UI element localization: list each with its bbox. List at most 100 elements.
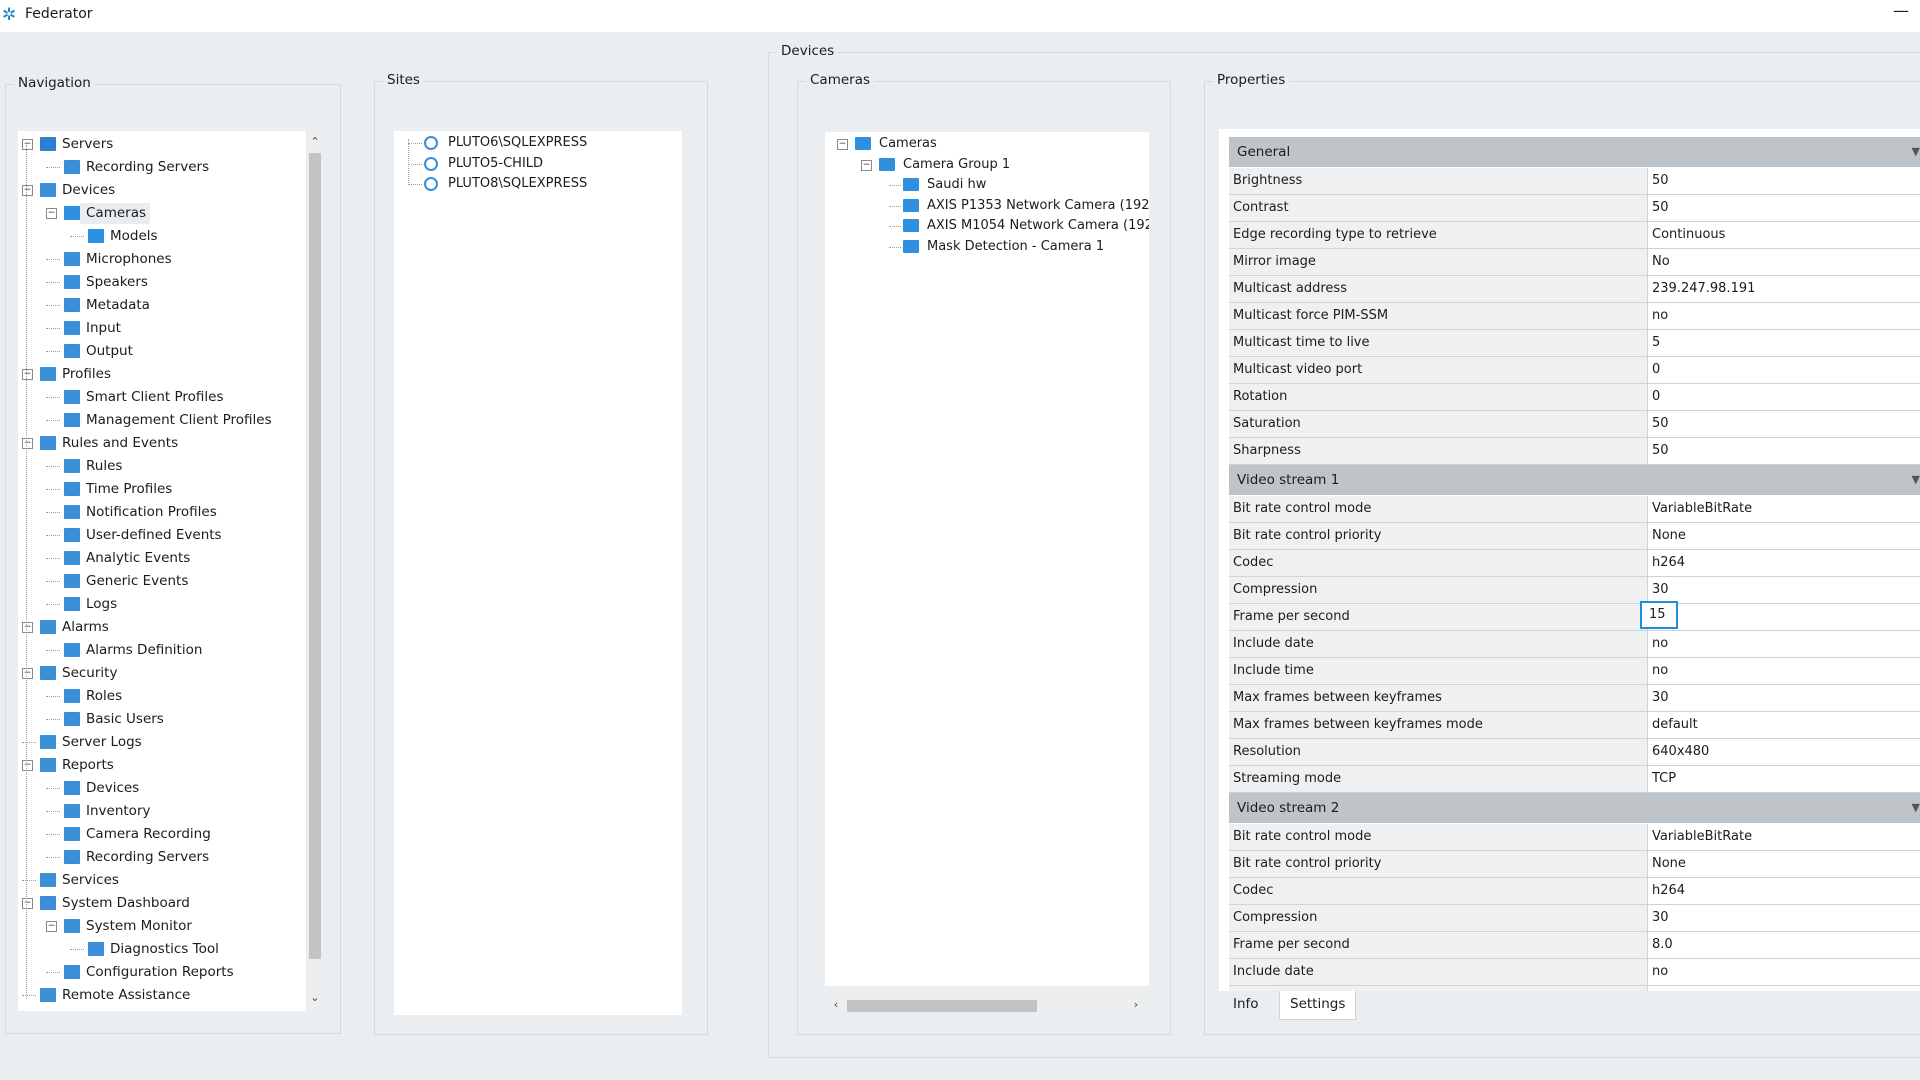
scrollbar-thumb[interactable] bbox=[309, 153, 321, 959]
tree-item[interactable]: Basic Users bbox=[18, 708, 306, 730]
camera-tree-item[interactable]: AXIS P1353 Network Camera (192.1 bbox=[825, 196, 1149, 216]
property-row[interactable]: Streaming mode TCP bbox=[1229, 766, 1920, 793]
property-row[interactable]: Bit rate control priority None bbox=[1229, 851, 1920, 878]
tree-item[interactable]: − Security bbox=[18, 662, 306, 684]
property-value[interactable]: VariableBitRate bbox=[1648, 824, 1920, 850]
property-row[interactable]: Frame per second 8.0 bbox=[1229, 932, 1920, 959]
tree-item[interactable]: − Reports bbox=[18, 754, 306, 776]
tree-item[interactable]: User-defined Events bbox=[18, 524, 306, 546]
tree-item[interactable]: Models bbox=[18, 225, 306, 247]
scrollbar-thumb[interactable] bbox=[847, 1000, 1037, 1012]
expand-collapse-icon[interactable]: − bbox=[22, 369, 33, 380]
property-row[interactable]: Contrast 50 bbox=[1229, 195, 1920, 222]
tree-item[interactable]: Analytic Events bbox=[18, 547, 306, 569]
tree-item[interactable]: Diagnostics Tool bbox=[18, 938, 306, 960]
tree-item[interactable]: Input bbox=[18, 317, 306, 339]
property-row[interactable]: Brightness 50 bbox=[1229, 168, 1920, 195]
property-row[interactable]: Include timeno bbox=[1229, 658, 1920, 685]
property-value[interactable]: 640x480 bbox=[1648, 739, 1920, 765]
property-row[interactable]: Codec h264 bbox=[1229, 550, 1920, 577]
property-row[interactable]: Include date no bbox=[1229, 959, 1920, 986]
expand-collapse-icon[interactable]: − bbox=[22, 622, 33, 633]
expand-collapse-icon[interactable]: − bbox=[22, 668, 33, 679]
camera-tree-item[interactable]: Mask Detection - Camera 1 bbox=[825, 237, 1149, 257]
property-value[interactable]: 50 bbox=[1648, 411, 1920, 437]
property-value[interactable]: No bbox=[1648, 249, 1920, 275]
property-value[interactable]: TCP bbox=[1648, 766, 1920, 792]
property-row[interactable]: Codec h264 bbox=[1229, 878, 1920, 905]
property-value[interactable]: Continuous bbox=[1648, 222, 1920, 248]
minimize-button[interactable]: — bbox=[1888, 0, 1914, 26]
scroll-left-icon[interactable]: ‹ bbox=[829, 998, 843, 1014]
expand-collapse-icon[interactable]: − bbox=[22, 185, 33, 196]
property-row[interactable]: Mirror image No bbox=[1229, 249, 1920, 276]
tree-item[interactable]: − Devices bbox=[18, 179, 306, 201]
camera-tree-item[interactable]: AXIS M1054 Network Camera (192.: bbox=[825, 216, 1149, 236]
camera-tree-item[interactable]: − Cameras bbox=[825, 134, 1149, 154]
site-item[interactable]: PLUTO5-CHILD bbox=[394, 154, 682, 174]
property-row[interactable]: Resolution 640x480 bbox=[1229, 739, 1920, 766]
property-row[interactable]: Include date no bbox=[1229, 631, 1920, 658]
tree-item[interactable]: − System Monitor bbox=[18, 915, 306, 937]
tree-item[interactable]: Output bbox=[18, 340, 306, 362]
expand-collapse-icon[interactable]: − bbox=[46, 208, 57, 219]
tree-item[interactable]: Alarms Definition bbox=[18, 639, 306, 661]
property-value[interactable]: 30 bbox=[1648, 905, 1920, 931]
collapse-chevron-icon[interactable]: ▼ bbox=[1912, 465, 1920, 495]
property-row[interactable]: Multicast video port 0 bbox=[1229, 357, 1920, 384]
tree-item[interactable]: Time Profiles bbox=[18, 478, 306, 500]
property-value[interactable]: 0 bbox=[1648, 384, 1920, 410]
property-value[interactable]: no bbox=[1648, 303, 1920, 329]
property-value[interactable]: 239.247.98.191 bbox=[1648, 276, 1920, 302]
property-value[interactable]: 30 bbox=[1648, 685, 1920, 711]
collapse-chevron-icon[interactable]: ▼ bbox=[1912, 137, 1920, 167]
tree-item[interactable]: Remote Assistance bbox=[18, 984, 306, 1006]
tree-item[interactable]: − Servers bbox=[18, 133, 306, 155]
tree-item[interactable]: Server Logs bbox=[18, 731, 306, 753]
property-value[interactable]: 5 bbox=[1648, 330, 1920, 356]
tree-item[interactable]: Configuration Reports bbox=[18, 961, 306, 983]
scroll-down-icon[interactable]: ⌄ bbox=[308, 991, 322, 1007]
expand-collapse-icon[interactable]: − bbox=[22, 139, 33, 150]
property-row[interactable]: Max frames between keyframes mode default bbox=[1229, 712, 1920, 739]
property-row[interactable]: Bit rate control priority None bbox=[1229, 523, 1920, 550]
camera-tree-item[interactable]: Saudi hw bbox=[825, 175, 1149, 195]
tree-item[interactable]: Devices bbox=[18, 777, 306, 799]
tree-item[interactable]: Logs bbox=[18, 593, 306, 615]
tree-item[interactable]: Microphones bbox=[18, 248, 306, 270]
property-value[interactable]: 50 bbox=[1648, 438, 1920, 464]
tree-item[interactable]: Notification Profiles bbox=[18, 501, 306, 523]
property-row[interactable]: Bit rate control mode VariableBitRate bbox=[1229, 496, 1920, 523]
tab-info[interactable]: Info bbox=[1223, 991, 1269, 1019]
property-value[interactable]: 0 bbox=[1648, 357, 1920, 383]
property-value[interactable]: 50 bbox=[1648, 168, 1920, 194]
tree-item[interactable]: Generic Events bbox=[18, 570, 306, 592]
property-value[interactable]: default bbox=[1648, 712, 1920, 738]
property-value[interactable]: 50 bbox=[1648, 195, 1920, 221]
tree-item[interactable]: − Rules and Events bbox=[18, 432, 306, 454]
tree-item[interactable]: − System Dashboard bbox=[18, 892, 306, 914]
property-row[interactable]: Sharpness 50 bbox=[1229, 438, 1920, 465]
property-value-editor[interactable]: 15 bbox=[1640, 601, 1678, 629]
tree-item[interactable]: Roles bbox=[18, 685, 306, 707]
tree-item[interactable]: Rules bbox=[18, 455, 306, 477]
tab-settings[interactable]: Settings bbox=[1279, 991, 1357, 1020]
site-item[interactable]: PLUTO8\SQLEXPRESS bbox=[394, 174, 682, 194]
property-row[interactable]: Compression 30 bbox=[1229, 577, 1920, 604]
property-row[interactable]: Bit rate control mode VariableBitRate bbox=[1229, 824, 1920, 851]
property-row[interactable]: Frame per second 15 bbox=[1229, 601, 1920, 631]
tree-item[interactable]: Smart Client Profiles bbox=[18, 386, 306, 408]
cameras-horizontal-scrollbar[interactable]: ‹ › bbox=[825, 994, 1149, 1018]
property-row[interactable]: Multicast address 239.247.98.191 bbox=[1229, 276, 1920, 303]
expand-collapse-icon[interactable]: − bbox=[22, 438, 33, 449]
property-value[interactable]: no bbox=[1648, 631, 1920, 657]
property-value[interactable]: 15 bbox=[1640, 601, 1920, 630]
scroll-up-icon[interactable]: ⌃ bbox=[308, 135, 322, 151]
property-row[interactable]: Multicast time to live 5 bbox=[1229, 330, 1920, 357]
tree-item[interactable]: − Profiles bbox=[18, 363, 306, 385]
property-category-header[interactable]: Video stream 1 ▼ bbox=[1229, 465, 1920, 496]
property-row[interactable]: Edge recording type to retrieve Continuou… bbox=[1229, 222, 1920, 249]
collapse-chevron-icon[interactable]: ▼ bbox=[1912, 793, 1920, 823]
tree-item[interactable]: Recording Servers bbox=[18, 156, 306, 178]
navigation-scrollbar[interactable]: ⌃ ⌄ bbox=[306, 131, 324, 1011]
